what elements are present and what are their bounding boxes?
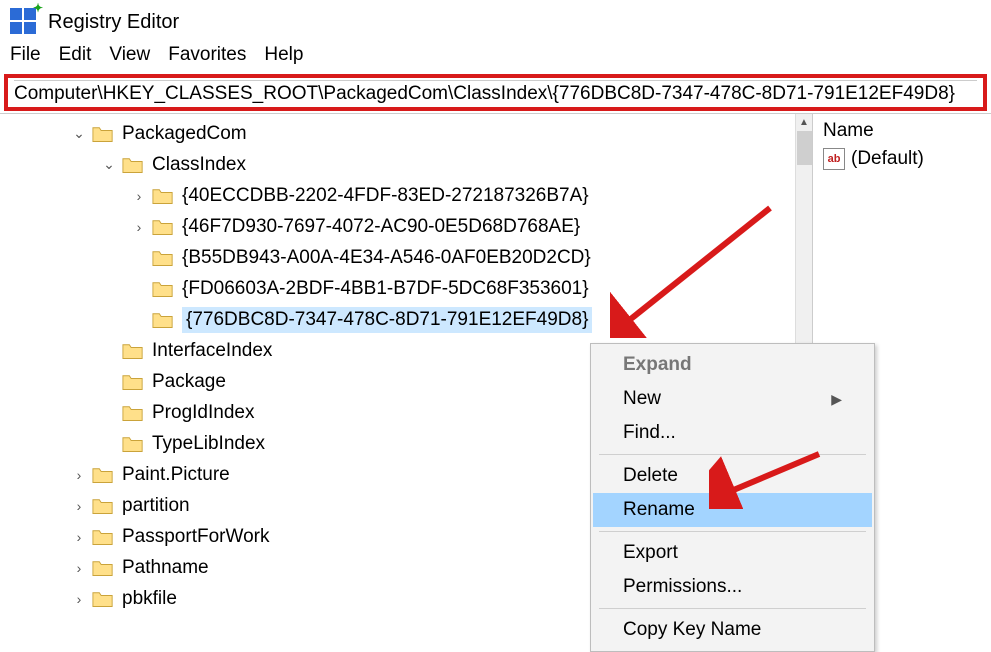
tree-item-label: ProgIdIndex (152, 402, 254, 424)
expander-closed-icon[interactable]: › (130, 219, 148, 235)
folder-icon (92, 125, 114, 143)
tree-item-label: pbkfile (122, 588, 177, 610)
value-row-default[interactable]: ab (Default) (823, 148, 981, 170)
expander-closed-icon[interactable]: › (70, 529, 88, 545)
cm-separator (599, 454, 866, 455)
tree-row[interactable]: › {40ECCDBB-2202-4FDF-83ED-272187326B7A} (0, 180, 812, 211)
scroll-thumb[interactable] (797, 131, 812, 165)
folder-icon (92, 590, 114, 608)
expander-closed-icon[interactable]: › (130, 188, 148, 204)
tree-row[interactable]: ⌄ PackagedCom (0, 118, 812, 149)
tree-item-label: {FD06603A-2BDF-4BB1-B7DF-5DC68F353601} (182, 278, 589, 300)
tree-item-label: Paint.Picture (122, 464, 230, 486)
menu-view[interactable]: View (109, 44, 150, 66)
regedit-icon: ✦ (10, 8, 38, 36)
cm-export[interactable]: Export (593, 536, 872, 570)
address-bar-highlight: Computer\HKEY_CLASSES_ROOT\PackagedCom\C… (4, 74, 987, 111)
tree-item-label: {B55DB943-A00A-4E34-A546-0AF0EB20D2CD} (182, 247, 591, 269)
menu-help[interactable]: Help (264, 44, 303, 66)
cm-permissions[interactable]: Permissions... (593, 570, 872, 604)
tree-item-label: TypeLibIndex (152, 433, 265, 455)
titlebar: ✦ Registry Editor (0, 0, 991, 40)
expander-closed-icon[interactable]: › (70, 591, 88, 607)
app-title: Registry Editor (48, 11, 179, 34)
folder-icon (92, 466, 114, 484)
expander-closed-icon[interactable]: › (70, 498, 88, 514)
tree-item-label: Pathname (122, 557, 209, 579)
menu-favorites[interactable]: Favorites (168, 44, 246, 66)
tree-row[interactable]: {776DBC8D-7347-478C-8D71-791E12EF49D8} (0, 304, 812, 335)
tree-item-label: PackagedCom (122, 123, 247, 145)
menubar: File Edit View Favorites Help (0, 40, 991, 72)
tree-item-label: partition (122, 495, 190, 517)
context-menu: Expand New ▶ Find... Delete Rename Expor… (590, 343, 875, 652)
tree-row[interactable]: {B55DB943-A00A-4E34-A546-0AF0EB20D2CD} (0, 242, 812, 273)
folder-icon (152, 187, 174, 205)
folder-icon (152, 249, 174, 267)
cm-find[interactable]: Find... (593, 416, 872, 450)
expander-closed-icon[interactable]: › (70, 467, 88, 483)
tree-row[interactable]: {FD06603A-2BDF-4BB1-B7DF-5DC68F353601} (0, 273, 812, 304)
menu-file[interactable]: File (10, 44, 41, 66)
folder-icon (152, 280, 174, 298)
expander-open-icon[interactable]: ⌄ (100, 156, 118, 173)
folder-icon (122, 404, 144, 422)
tree-item-label: ClassIndex (152, 154, 246, 176)
cm-expand: Expand (593, 348, 872, 382)
folder-icon (92, 497, 114, 515)
cm-copy-key-name[interactable]: Copy Key Name (593, 613, 872, 647)
folder-icon (122, 342, 144, 360)
tree-item-label: {46F7D930-7697-4072-AC90-0E5D68D768AE} (182, 216, 580, 238)
menu-edit[interactable]: Edit (59, 44, 92, 66)
tree-item-label: {776DBC8D-7347-478C-8D71-791E12EF49D8} (182, 307, 592, 333)
tree-item-label: Package (152, 371, 226, 393)
tree-row[interactable]: › {46F7D930-7697-4072-AC90-0E5D68D768AE} (0, 211, 812, 242)
folder-icon (92, 559, 114, 577)
cm-separator (599, 608, 866, 609)
cm-new[interactable]: New ▶ (593, 382, 872, 416)
expander-open-icon[interactable]: ⌄ (70, 125, 88, 142)
scroll-up-icon[interactable]: ▲ (796, 114, 812, 131)
string-value-icon: ab (823, 148, 845, 170)
folder-icon (122, 373, 144, 391)
folder-icon (152, 218, 174, 236)
folder-icon (122, 435, 144, 453)
tree-item-label: InterfaceIndex (152, 340, 272, 362)
cm-rename[interactable]: Rename (593, 493, 872, 527)
address-bar[interactable]: Computer\HKEY_CLASSES_ROOT\PackagedCom\C… (14, 80, 977, 105)
values-column-header[interactable]: Name (823, 120, 981, 142)
folder-icon (92, 528, 114, 546)
tree-item-label: {40ECCDBB-2202-4FDF-83ED-272187326B7A} (182, 185, 589, 207)
tree-row[interactable]: ⌄ ClassIndex (0, 149, 812, 180)
tree-item-label: PassportForWork (122, 526, 269, 548)
cm-separator (599, 531, 866, 532)
folder-icon (152, 311, 174, 329)
expander-closed-icon[interactable]: › (70, 560, 88, 576)
submenu-arrow-icon: ▶ (831, 391, 842, 408)
folder-icon (122, 156, 144, 174)
cm-delete[interactable]: Delete (593, 459, 872, 493)
value-name: (Default) (851, 148, 924, 170)
